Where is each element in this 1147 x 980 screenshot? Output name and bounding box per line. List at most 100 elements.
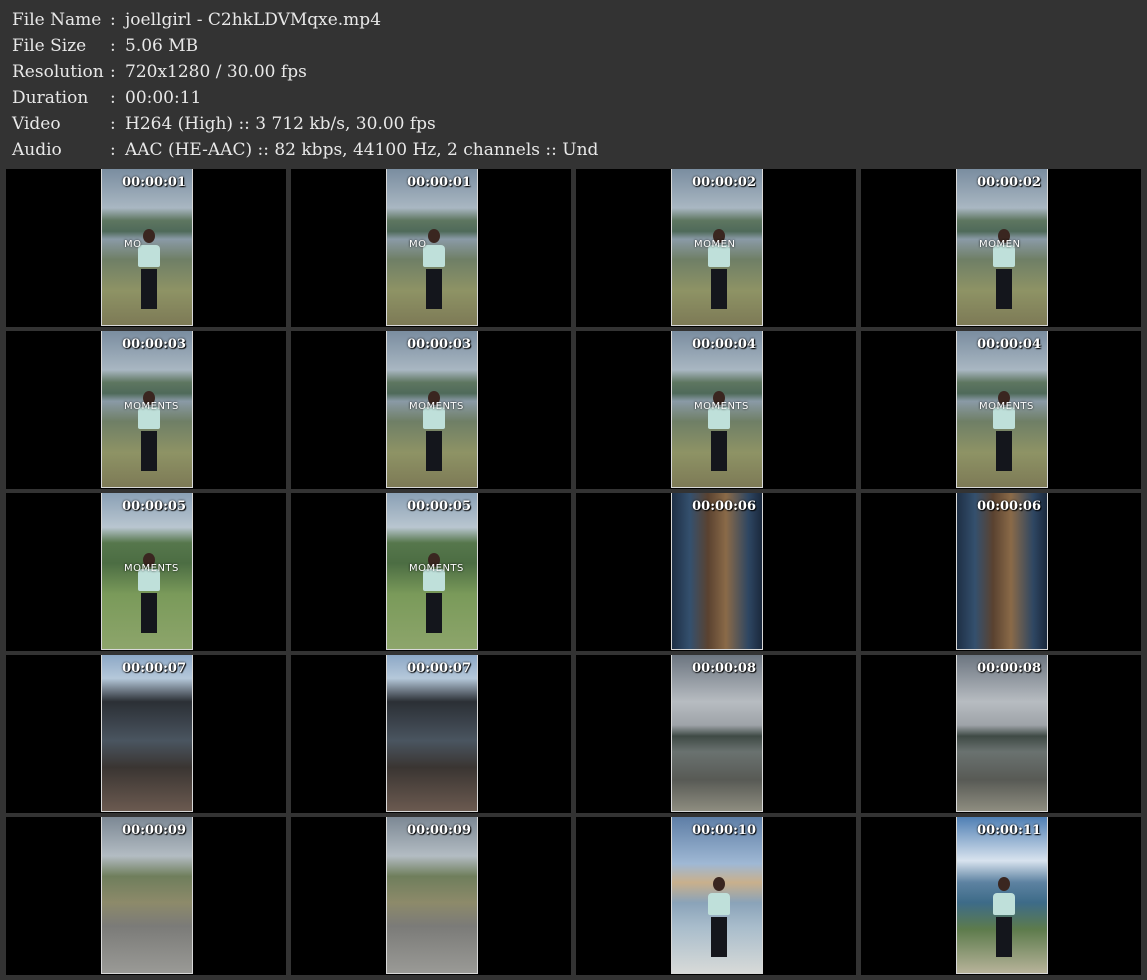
thumbnail-cell[interactable]: 00:00:10 [576, 817, 856, 975]
thumbnail-cell[interactable]: 00:00:09 [291, 817, 571, 975]
timestamp-label: 00:00:01 [122, 175, 186, 190]
thumbnail-cell[interactable]: MO 00:00:01 [6, 169, 286, 327]
thumbnail-grid: MO 00:00:01 MO 00:00:01 MOMEN 00:00:02 MOMEN 00… [6, 169, 1141, 975]
info-value: 5.06 MB [125, 36, 199, 56]
person-legs [996, 431, 1012, 471]
person-body [993, 893, 1015, 915]
info-key: Audio [12, 140, 62, 160]
thumbnail-cell[interactable]: MOMENTS 00:00:03 [6, 331, 286, 489]
person-head [998, 877, 1010, 891]
frame-overlay-text: MO [409, 239, 427, 250]
video-frame-thumbnail[interactable]: 00:00:10 [671, 817, 763, 974]
thumbnail-cell[interactable]: 00:00:06 [576, 493, 856, 651]
timestamp-label: 00:00:06 [977, 499, 1041, 514]
person-legs [426, 269, 442, 309]
thumbnail-cell[interactable]: MOMENTS 00:00:05 [291, 493, 571, 651]
file-info-row: File Name: joellgirl - C2hkLDVMqxe.mp4 [12, 7, 598, 33]
file-info-row: Video: H264 (High) :: 3 712 kb/s, 30.00 f… [12, 111, 598, 137]
thumbnail-cell[interactable]: 00:00:08 [576, 655, 856, 813]
thumbnail-cell[interactable]: 00:00:07 [291, 655, 571, 813]
info-separator: : [110, 36, 116, 56]
timestamp-label: 00:00:08 [692, 661, 756, 676]
timestamp-label: 00:00:03 [122, 337, 186, 352]
video-frame-thumbnail[interactable]: 00:00:06 [671, 493, 763, 650]
video-frame-thumbnail[interactable]: 00:00:09 [386, 817, 478, 974]
timestamp-label: 00:00:05 [407, 499, 471, 514]
file-info-panel: File Name: joellgirl - C2hkLDVMqxe.mp4 Fi… [12, 7, 598, 163]
info-value: 00:00:11 [125, 88, 202, 108]
info-key: Video [12, 114, 61, 134]
file-info-row: Duration:00:00:11 [12, 85, 598, 111]
frame-overlay-text: MOMENTS [694, 401, 749, 412]
video-frame-thumbnail[interactable]: MO 00:00:01 [101, 169, 193, 326]
person-legs [426, 593, 442, 633]
thumbnail-cell[interactable]: 00:00:06 [861, 493, 1141, 651]
info-separator: : [110, 140, 116, 160]
file-info-row: Resolution:720x1280 / 30.00 fps [12, 59, 598, 85]
person-legs [996, 269, 1012, 309]
frame-overlay-text: MOMENTS [124, 563, 179, 574]
video-frame-thumbnail[interactable]: MOMENTS 00:00:05 [101, 493, 193, 650]
video-frame-thumbnail[interactable]: MOMENTS 00:00:03 [101, 331, 193, 488]
timestamp-label: 00:00:04 [692, 337, 756, 352]
video-frame-thumbnail[interactable]: MOMENTS 00:00:04 [956, 331, 1048, 488]
person-head [428, 229, 440, 243]
thumbnail-cell[interactable]: MOMEN 00:00:02 [861, 169, 1141, 327]
timestamp-label: 00:00:08 [977, 661, 1041, 676]
video-frame-thumbnail[interactable]: MO 00:00:01 [386, 169, 478, 326]
thumbnail-cell[interactable]: 00:00:11 [861, 817, 1141, 975]
video-frame-thumbnail[interactable]: 00:00:06 [956, 493, 1048, 650]
info-value: joellgirl - C2hkLDVMqxe.mp4 [125, 10, 382, 30]
thumbnail-cell[interactable]: MOMENTS 00:00:03 [291, 331, 571, 489]
file-info-row: Audio: AAC (HE-AAC) :: 82 kbps, 44100 Hz,… [12, 137, 598, 163]
timestamp-label: 00:00:07 [122, 661, 186, 676]
timestamp-label: 00:00:05 [122, 499, 186, 514]
info-key: File Name [12, 10, 102, 30]
person-head [713, 877, 725, 891]
thumbnail-cell[interactable]: MO 00:00:01 [291, 169, 571, 327]
frame-overlay-text: MO [124, 239, 142, 250]
frame-overlay-text: MOMEN [694, 239, 736, 250]
thumbnail-cell[interactable]: MOMENTS 00:00:04 [576, 331, 856, 489]
video-frame-thumbnail[interactable]: MOMEN 00:00:02 [956, 169, 1048, 326]
info-separator: : [110, 62, 116, 82]
frame-overlay-text: MOMENTS [409, 563, 464, 574]
video-frame-thumbnail[interactable]: 00:00:09 [101, 817, 193, 974]
thumbnail-cell[interactable]: MOMENTS 00:00:04 [861, 331, 1141, 489]
video-frame-thumbnail[interactable]: MOMENTS 00:00:04 [671, 331, 763, 488]
thumbnail-cell[interactable]: 00:00:09 [6, 817, 286, 975]
video-frame-thumbnail[interactable]: MOMENTS 00:00:03 [386, 331, 478, 488]
thumbnail-cell[interactable]: 00:00:07 [6, 655, 286, 813]
thumbnail-cell[interactable]: MOMEN 00:00:02 [576, 169, 856, 327]
video-frame-thumbnail[interactable]: 00:00:08 [956, 655, 1048, 812]
timestamp-label: 00:00:02 [977, 175, 1041, 190]
person-legs [711, 269, 727, 309]
person-legs [141, 431, 157, 471]
info-separator: : [110, 88, 116, 108]
thumbnail-cell[interactable]: MOMENTS 00:00:05 [6, 493, 286, 651]
video-frame-thumbnail[interactable]: 00:00:07 [386, 655, 478, 812]
frame-overlay-text: MOMEN [979, 239, 1021, 250]
frame-overlay-text: MOMENTS [124, 401, 179, 412]
info-separator: : [110, 10, 116, 30]
timestamp-label: 00:00:01 [407, 175, 471, 190]
info-key: Resolution [12, 62, 104, 82]
video-frame-thumbnail[interactable]: 00:00:07 [101, 655, 193, 812]
info-key: File Size [12, 36, 87, 56]
frame-overlay-text: MOMENTS [979, 401, 1034, 412]
person-figure [993, 877, 1015, 957]
thumbnail-cell[interactable]: 00:00:08 [861, 655, 1141, 813]
video-frame-thumbnail[interactable]: MOMEN 00:00:02 [671, 169, 763, 326]
file-info-row: File Size:5.06 MB [12, 33, 598, 59]
info-value: AAC (HE-AAC) :: 82 kbps, 44100 Hz, 2 cha… [125, 140, 599, 160]
timestamp-label: 00:00:10 [692, 823, 756, 838]
person-legs [996, 917, 1012, 957]
video-frame-thumbnail[interactable]: 00:00:08 [671, 655, 763, 812]
info-value: H264 (High) :: 3 712 kb/s, 30.00 fps [125, 114, 436, 134]
timestamp-label: 00:00:02 [692, 175, 756, 190]
timestamp-label: 00:00:04 [977, 337, 1041, 352]
video-frame-thumbnail[interactable]: 00:00:11 [956, 817, 1048, 974]
video-frame-thumbnail[interactable]: MOMENTS 00:00:05 [386, 493, 478, 650]
timestamp-label: 00:00:09 [122, 823, 186, 838]
timestamp-label: 00:00:06 [692, 499, 756, 514]
